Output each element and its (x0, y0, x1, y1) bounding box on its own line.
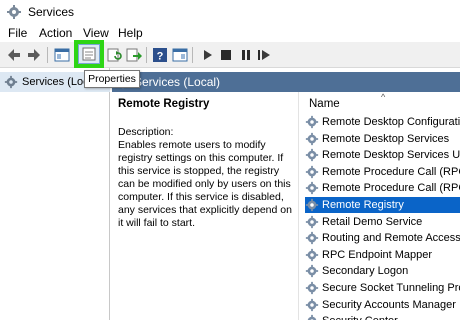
service-gear-icon (305, 198, 319, 212)
service-row-label: Remote Desktop Configurati... (322, 116, 460, 128)
pause-service-button[interactable] (236, 45, 256, 65)
service-row-label: Remote Procedure Call (RPC) (322, 165, 460, 178)
menu-view[interactable]: View (83, 26, 109, 40)
service-row[interactable]: Remote Desktop Configurati... (305, 114, 460, 130)
service-row[interactable]: Remote Procedure Call (RPC) (305, 180, 460, 196)
restart-service-button[interactable] (254, 45, 274, 65)
properties-button[interactable] (78, 44, 100, 64)
back-arrow-icon (8, 49, 20, 61)
service-row[interactable]: Remote Desktop Services Us... (305, 147, 460, 163)
service-row-label: Secure Socket Tunneling Pro... (322, 282, 460, 294)
service-row[interactable]: Retail Demo Service (305, 214, 460, 230)
toolbar: ? (0, 42, 460, 68)
menu-action[interactable]: Action (39, 26, 72, 40)
service-gear-icon (305, 298, 319, 311)
play-icon (204, 50, 212, 60)
services-list: ^ Name Remote Desktop Configurati... Remo… (298, 92, 460, 320)
service-gear-icon (305, 182, 319, 195)
export-list-button[interactable] (124, 45, 144, 65)
menu-bar: File Action View Help (0, 24, 460, 42)
service-row[interactable]: Remote Desktop Services (305, 131, 460, 147)
service-gear-icon (305, 265, 319, 278)
selected-service-name: Remote Registry (118, 98, 210, 110)
window-title: Services (28, 5, 75, 19)
pause-icon (242, 50, 250, 60)
service-row[interactable]: Remote Registry (305, 197, 460, 213)
service-row-label: Security Accounts Manager (322, 298, 456, 311)
service-row[interactable]: Routing and Remote Access (305, 230, 460, 246)
forward-arrow-icon (28, 49, 40, 61)
export-list-icon (126, 48, 142, 62)
description-pane: Remote Registry Description: Enables rem… (112, 92, 298, 320)
service-gear-icon (305, 248, 319, 261)
service-row[interactable]: RPC Endpoint Mapper (305, 247, 460, 263)
service-row[interactable]: Remote Procedure Call (RPC) (305, 164, 460, 180)
service-row[interactable]: Security Accounts Manager (305, 297, 460, 313)
help-icon: ? (153, 48, 167, 63)
action-pane-icon (172, 48, 188, 62)
service-gear-icon (305, 115, 319, 129)
service-gear-icon (305, 281, 319, 295)
service-row-label: Routing and Remote Access (322, 232, 460, 245)
toolbar-separator (146, 47, 147, 63)
service-row-label: Security Center (322, 315, 398, 320)
menu-help[interactable]: Help (118, 26, 143, 40)
start-service-button[interactable] (198, 45, 218, 65)
service-row[interactable]: Security Center (305, 313, 460, 320)
back-button[interactable] (4, 45, 24, 65)
service-row-label: RPC Endpoint Mapper (322, 248, 433, 261)
svg-text:?: ? (157, 51, 164, 63)
sort-ascending-icon: ^ (381, 92, 386, 102)
service-gear-icon (305, 215, 319, 228)
service-row[interactable]: Secure Socket Tunneling Pro... (305, 280, 460, 296)
properties-button-highlight (74, 40, 104, 68)
service-row-label: Remote Desktop Services Us... (322, 149, 460, 162)
show-action-pane-button[interactable] (170, 45, 190, 65)
title-bar: Services (0, 0, 460, 24)
content-header: Services (Local) (112, 72, 460, 92)
refresh-icon (107, 48, 122, 62)
stop-service-button[interactable] (216, 45, 236, 65)
service-gear-icon (305, 232, 319, 245)
content-header-title: Services (Local) (134, 75, 221, 89)
service-row-label: Remote Registry (322, 199, 404, 211)
console-tree-icon (54, 48, 70, 62)
service-row-label: Remote Desktop Services (322, 132, 450, 145)
properties-tooltip: Properties (84, 70, 140, 88)
service-row[interactable]: Secondary Logon (305, 263, 460, 279)
service-description: Enables remote users to modify registry … (118, 139, 292, 229)
help-button[interactable]: ? (150, 45, 170, 65)
service-gear-icon (305, 165, 319, 178)
menu-file[interactable]: File (8, 26, 27, 40)
toolbar-separator (47, 47, 48, 63)
stop-icon (221, 50, 231, 60)
toolbar-separator (192, 47, 193, 63)
description-label: Description: (118, 126, 174, 138)
service-gear-icon (307, 315, 317, 320)
restart-icon (258, 50, 270, 60)
properties-icon (82, 47, 96, 61)
service-row-label: Retail Demo Service (322, 215, 423, 228)
service-gear-icon (305, 149, 319, 162)
service-row-label: Secondary Logon (322, 265, 409, 278)
show-hide-console-tree-button[interactable] (52, 45, 72, 65)
services-gear-icon (4, 75, 18, 89)
console-tree-pane: Services (Local) (0, 68, 110, 320)
service-row-label: Remote Procedure Call (RPC) (322, 182, 460, 195)
refresh-button[interactable] (104, 45, 124, 65)
service-gear-icon (305, 132, 319, 145)
column-header-name[interactable]: Name (309, 98, 340, 110)
forward-button[interactable] (24, 45, 44, 65)
services-gear-icon (7, 5, 21, 19)
